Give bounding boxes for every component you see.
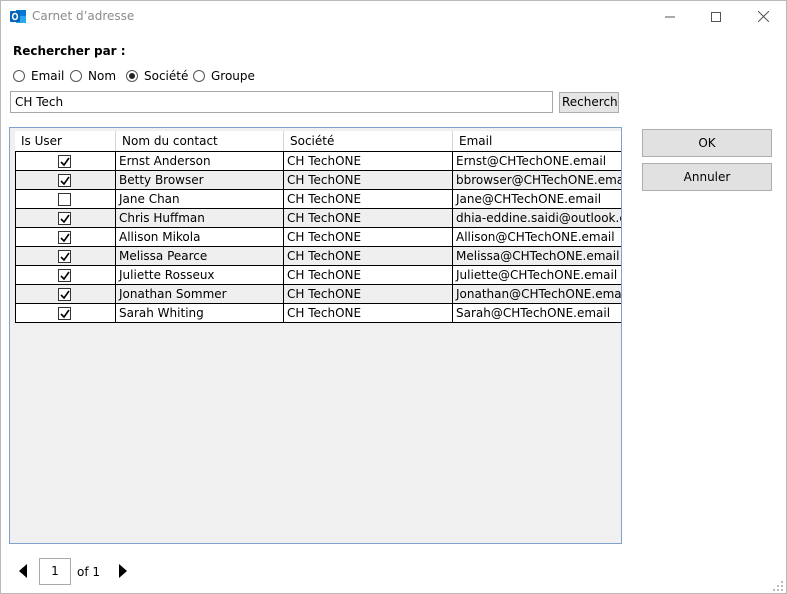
- cancel-button[interactable]: Annuler: [642, 163, 772, 191]
- cell-is-user: [15, 190, 116, 208]
- minimize-button[interactable]: [647, 1, 693, 32]
- table-row[interactable]: Melissa Pearce CH TechONE Melissa@CHTechON…: [15, 247, 621, 266]
- checkbox-unchecked[interactable]: [58, 193, 71, 206]
- checkbox-checked[interactable]: [58, 174, 71, 187]
- page-count-label: of 1: [77, 565, 101, 579]
- address-book-window: Carnet d’adresse Rechercher par : Email …: [0, 0, 787, 594]
- cell-email: bbrowser@CHTechONE.email: [456, 173, 622, 187]
- checkbox-checked[interactable]: [58, 155, 71, 168]
- cell-contact-name: Chris Huffman: [116, 209, 284, 227]
- cell-contact-name: Melissa Pearce: [116, 247, 284, 265]
- checkmark-icon: [60, 176, 70, 186]
- table-row[interactable]: Jonathan Sommer CH TechONE Jonathan@CHTech…: [15, 285, 622, 304]
- checkbox-checked[interactable]: [58, 250, 71, 263]
- cell-company: CH TechONE: [284, 266, 453, 284]
- radio-societe-label: Société: [144, 69, 189, 83]
- table-row[interactable]: Ernst Anderson CH TechONE Ernst@CHTechONE.…: [15, 151, 621, 171]
- table-row[interactable]: Allison Mikola CH TechONE Allison@CHTechON…: [15, 228, 621, 247]
- maximize-button[interactable]: [693, 1, 739, 32]
- grid-header: Is User Nom du contact Société Email: [15, 131, 621, 151]
- cell-company: CH TechONE: [284, 285, 453, 303]
- cell-contact-name: Sarah Whiting: [116, 304, 284, 322]
- table-row[interactable]: Jane Chan CH TechONE Jane@CHTechONE.email: [15, 190, 621, 209]
- checkbox-checked[interactable]: [58, 231, 71, 244]
- checkbox-checked[interactable]: [58, 307, 71, 320]
- resize-grip-icon[interactable]: [773, 580, 783, 591]
- table-row[interactable]: Sarah Whiting CH TechONE Sarah@CHTechONE.e…: [15, 304, 621, 323]
- cell-email: Juliette@CHTechONE.email: [456, 268, 618, 282]
- radio-groupe-circle[interactable]: [193, 70, 205, 82]
- column-header-company[interactable]: Société: [284, 131, 453, 151]
- radio-nom-circle[interactable]: [70, 70, 82, 82]
- checkmark-icon: [60, 271, 70, 281]
- cell-email: Jonathan@CHTechONE.email: [456, 287, 622, 301]
- cell-company: CH TechONE: [284, 190, 453, 208]
- cell-company: CH TechONE: [284, 247, 453, 265]
- search-by-label: Rechercher par :: [13, 44, 126, 58]
- search-input[interactable]: CH Tech: [10, 91, 553, 113]
- table-row[interactable]: Juliette Rosseux CH TechONE Juliette@CHTec…: [15, 266, 621, 285]
- radio-email[interactable]: Email: [13, 68, 64, 84]
- checkmark-icon: [60, 290, 70, 300]
- cell-is-user: [15, 304, 116, 322]
- cell-company: CH TechONE: [284, 209, 453, 227]
- cell-company: CH TechONE: [284, 228, 453, 246]
- page-number-input[interactable]: 1: [39, 558, 71, 585]
- cell-is-user: [15, 209, 116, 227]
- cell-is-user: [15, 152, 116, 170]
- radio-nom[interactable]: Nom: [70, 68, 116, 84]
- cell-contact-name: Jane Chan: [116, 190, 284, 208]
- cell-company: CH TechONE: [284, 152, 453, 170]
- radio-nom-label: Nom: [88, 69, 117, 83]
- ok-button[interactable]: OK: [642, 129, 772, 157]
- radio-email-label: Email: [31, 69, 65, 83]
- cell-contact-name: Ernst Anderson: [116, 152, 284, 170]
- cell-is-user: [15, 285, 116, 303]
- cell-email: Ernst@CHTechONE.email: [456, 154, 607, 168]
- title-bar[interactable]: Carnet d’adresse: [1, 1, 786, 32]
- window-title: Carnet d’adresse: [32, 9, 135, 23]
- radio-societe-circle[interactable]: [126, 70, 138, 82]
- next-page-icon[interactable]: [117, 563, 129, 579]
- cell-contact-name: Betty Browser: [116, 171, 284, 189]
- cell-is-user: [15, 171, 116, 189]
- checkbox-checked[interactable]: [58, 269, 71, 282]
- column-header-is-user[interactable]: Is User: [15, 131, 116, 151]
- cell-is-user: [15, 266, 116, 284]
- checkmark-icon: [60, 157, 70, 167]
- cell-email: dhia-eddine.saidi@outlook.cor: [456, 211, 622, 225]
- cell-contact-name: Allison Mikola: [116, 228, 284, 246]
- cell-contact-name: Juliette Rosseux: [116, 266, 284, 284]
- checkmark-icon: [60, 252, 70, 262]
- checkbox-checked[interactable]: [58, 212, 71, 225]
- cell-email: Melissa@CHTechONE.email: [456, 249, 620, 263]
- table-row[interactable]: Betty Browser CH TechONE bbrowser@CHTechON…: [15, 171, 622, 190]
- cell-email: Allison@CHTechONE.email: [456, 230, 615, 244]
- cell-email: Sarah@CHTechONE.email: [456, 306, 611, 320]
- radio-societe[interactable]: Société: [126, 68, 188, 84]
- cell-email: Jane@CHTechONE.email: [456, 192, 602, 206]
- column-header-contact-name[interactable]: Nom du contact: [116, 131, 284, 151]
- outlook-app-icon: [10, 8, 27, 25]
- search-button[interactable]: Rechercher: [559, 92, 619, 113]
- previous-page-icon[interactable]: [17, 563, 29, 579]
- cell-company: CH TechONE: [284, 304, 453, 322]
- close-button[interactable]: [740, 1, 786, 32]
- checkmark-icon: [60, 214, 70, 224]
- cell-contact-name: Jonathan Sommer: [116, 285, 284, 303]
- radio-groupe[interactable]: Groupe: [193, 68, 255, 84]
- checkbox-checked[interactable]: [58, 288, 71, 301]
- table-row[interactable]: Chris Huffman CH TechONE dhia-eddine.saidi…: [15, 209, 622, 228]
- cell-is-user: [15, 247, 116, 265]
- cell-company: CH TechONE: [284, 171, 453, 189]
- radio-groupe-label: Groupe: [211, 69, 255, 83]
- column-header-email[interactable]: Email: [453, 131, 621, 151]
- radio-email-circle[interactable]: [13, 70, 25, 82]
- cell-is-user: [15, 228, 116, 246]
- contacts-grid[interactable]: Is User Nom du contact Société Email Ern…: [9, 127, 622, 544]
- checkmark-icon: [60, 233, 70, 243]
- checkmark-icon: [60, 309, 70, 319]
